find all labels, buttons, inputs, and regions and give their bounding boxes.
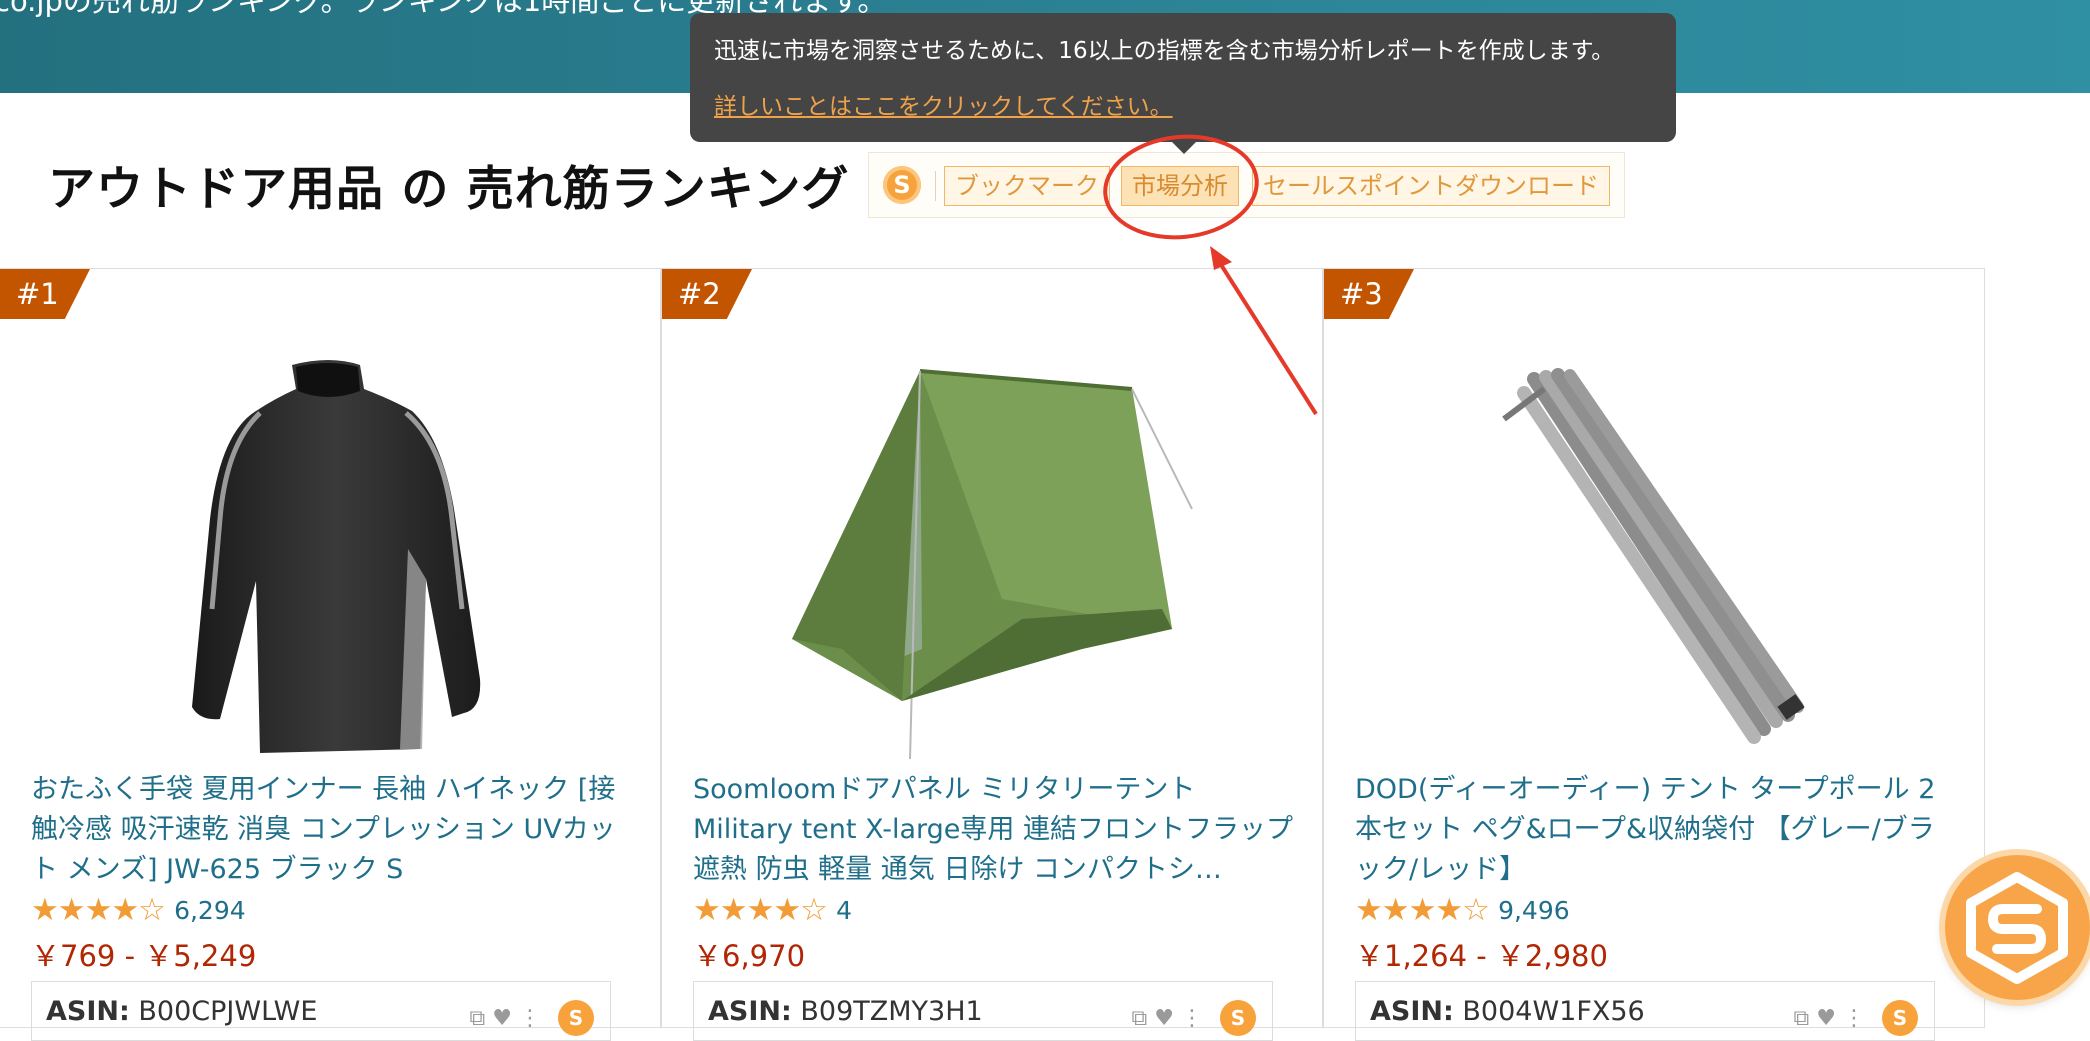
product-title-link[interactable]: DOD(ディーオーディー) テント タープポール 2本セット ペグ&ロープ&収納…: [1355, 770, 1955, 890]
heart-icon[interactable]: ♥: [1154, 1006, 1174, 1031]
asin-box: ASIN: B004W1FX56 ⧉ ♥ ⋮ S: [1355, 981, 1935, 1041]
asin-box: ASIN: B00CPJWLWE ⧉ ♥ ⋮ S: [31, 981, 611, 1041]
product-image-shirt[interactable]: [60, 349, 600, 759]
tooltip-details-link[interactable]: 詳しいことはここをクリックしてください。: [714, 87, 1173, 121]
copy-icon[interactable]: ⧉: [1132, 1006, 1148, 1031]
review-count-link[interactable]: 9,496: [1498, 896, 1570, 925]
heart-icon[interactable]: ♥: [1816, 1006, 1836, 1031]
floating-extension-logo-icon[interactable]: [1945, 855, 2090, 1000]
market-analysis-button[interactable]: 市場分析: [1121, 166, 1239, 206]
product-card[interactable]: #1 おたふく手袋 夏用インナー 長袖 ハイネック [接触冷感 吸汗速乾 消臭 …: [0, 268, 661, 1041]
asin-label: ASIN:: [1370, 996, 1454, 1027]
more-icon[interactable]: ⋮: [519, 1006, 541, 1031]
star-rating-icon: ★★★★☆: [693, 892, 828, 928]
extension-logo-icon[interactable]: S: [1882, 1000, 1918, 1036]
copy-icon[interactable]: ⧉: [470, 1006, 486, 1031]
rating-row: ★★★★☆ 4: [693, 892, 852, 928]
market-analysis-tooltip: 迅速に市場を洞察させるために、16以上の指標を含む市場分析レポートを作成します。…: [690, 13, 1676, 142]
asin-value: B004W1FX56: [1462, 996, 1645, 1027]
asin-tools: ⧉ ♥ ⋮ S: [1794, 1000, 1918, 1036]
rank-badge: #1: [0, 269, 90, 319]
asin-tools: ⧉ ♥ ⋮ S: [1132, 1000, 1256, 1036]
tooltip-text: 迅速に市場を洞察させるために、16以上の指標を含む市場分析レポートを作成します。: [714, 38, 1615, 64]
extension-logo-icon[interactable]: S: [558, 1000, 594, 1036]
product-title-link[interactable]: Soomloomドアパネル ミリタリーテント Military tent X-l…: [693, 770, 1293, 890]
tooltip-caret: [1171, 141, 1197, 154]
asin-tools: ⧉ ♥ ⋮ S: [470, 1000, 594, 1036]
price: ￥1,264 - ￥2,980: [1355, 939, 1608, 973]
asin-label: ASIN:: [708, 996, 792, 1027]
rank-badge: #3: [1324, 269, 1414, 319]
review-count-link[interactable]: 4: [836, 896, 852, 925]
rank-badge: #2: [662, 269, 752, 319]
product-card[interactable]: #3 DOD(ディーオーディー) テント タープポール 2本セット ペグ&ロープ…: [1323, 268, 1985, 1041]
page-title: アウトドア用品 の 売れ筋ランキング: [48, 162, 850, 217]
product-title-link[interactable]: おたふく手袋 夏用インナー 長袖 ハイネック [接触冷感 吸汗速乾 消臭 コンプ…: [31, 770, 631, 890]
extension-logo-icon[interactable]: S: [1220, 1000, 1256, 1036]
price: ￥769 - ￥5,249: [31, 939, 257, 973]
toolbar-divider: [935, 171, 936, 201]
review-count-link[interactable]: 6,294: [174, 896, 246, 925]
heart-icon[interactable]: ♥: [492, 1006, 512, 1031]
extension-logo-icon[interactable]: S: [883, 166, 921, 204]
star-rating-icon: ★★★★☆: [1355, 892, 1490, 928]
rating-row: ★★★★☆ 6,294: [31, 892, 246, 928]
more-icon[interactable]: ⋮: [1843, 1006, 1865, 1031]
price: ￥6,970: [693, 939, 806, 973]
product-card[interactable]: #2 Soomloomドアパネル ミリタリーテント Military tent …: [661, 268, 1323, 1041]
asin-box: ASIN: B09TZMY3H1 ⧉ ♥ ⋮ S: [693, 981, 1273, 1041]
rating-row: ★★★★☆ 9,496: [1355, 892, 1570, 928]
product-image-poles[interactable]: [1384, 349, 1924, 759]
copy-icon[interactable]: ⧉: [1794, 1006, 1810, 1031]
star-rating-icon: ★★★★☆: [31, 892, 166, 928]
asin-value: B00CPJWLWE: [138, 996, 318, 1027]
asin-label: ASIN:: [46, 996, 130, 1027]
sales-points-download-button[interactable]: セールスポイントダウンロード: [1252, 166, 1610, 206]
product-image-tent[interactable]: [722, 349, 1262, 759]
extension-toolbar: S ブックマーク 市場分析 セールスポイントダウンロード: [868, 152, 1625, 218]
asin-value: B09TZMY3H1: [800, 996, 983, 1027]
bookmark-button[interactable]: ブックマーク: [944, 166, 1110, 206]
more-icon[interactable]: ⋮: [1181, 1006, 1203, 1031]
